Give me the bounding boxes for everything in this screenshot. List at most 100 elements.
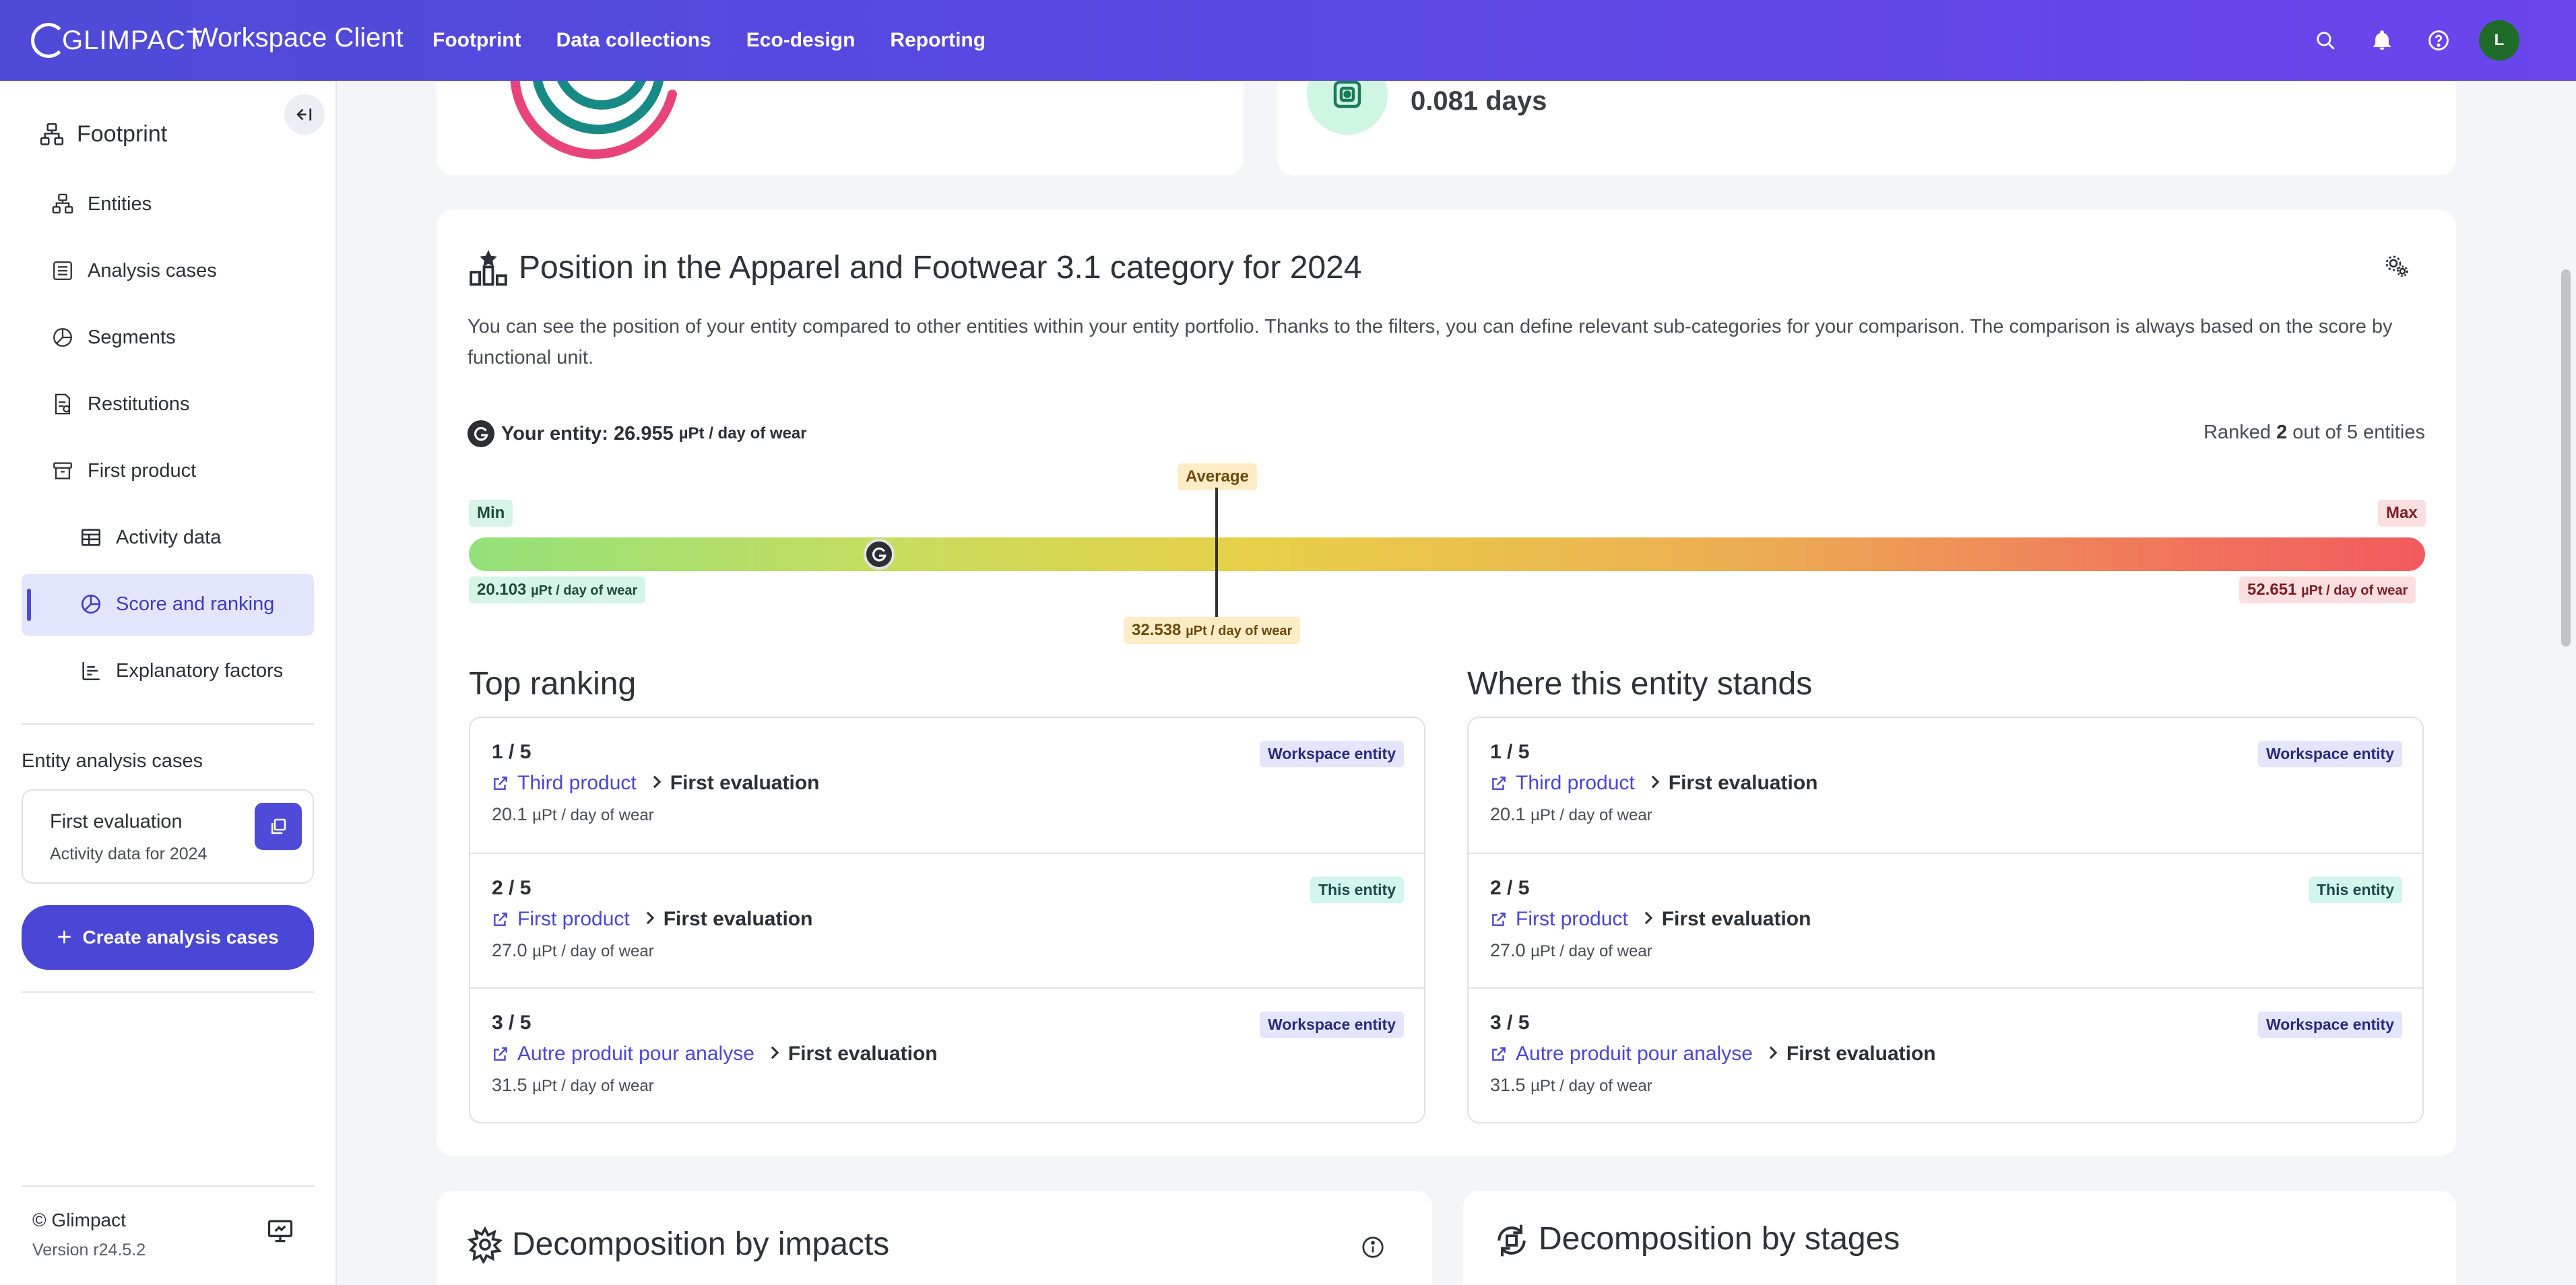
sidebar-divider	[22, 723, 314, 725]
external-link-icon	[494, 777, 507, 790]
nav-reporting[interactable]: Reporting	[890, 0, 986, 81]
analysis-case-card[interactable]: First evaluation Activity data for 2024	[22, 789, 314, 884]
sidebar-root-footprint[interactable]: Footprint	[39, 121, 167, 147]
ranking-summary: Ranked 2 out of 5 entities	[2203, 422, 2425, 444]
position-description: You can see the position of your entity …	[468, 316, 2393, 368]
impacts-burst-icon	[466, 1226, 504, 1267]
sidebar-item-analysis-cases[interactable]: Analysis cases	[51, 259, 217, 282]
rank-score-value: 31.5	[1490, 1075, 1526, 1095]
average-value-tag: 32.538 µPt / day of wear	[1124, 617, 1301, 644]
min-value-tag: 20.103 µPt / day of wear	[469, 576, 646, 603]
ranking-entity: Third product First evaluation	[492, 772, 819, 795]
ranking-row: 3 / 5 Autre produit pour analyse First e…	[1469, 987, 2422, 1122]
external-link-icon	[1492, 1047, 1506, 1061]
rank-score: 27.0 µPt / day of wear	[492, 940, 654, 961]
chevron-right-icon	[768, 1043, 781, 1065]
presentation-icon[interactable]	[265, 1216, 295, 1249]
analysis-case-subtitle: Activity data for 2024	[50, 845, 207, 863]
sidebar-item-entities[interactable]: Entities	[51, 193, 152, 216]
evaluation-name: First evaluation	[1668, 772, 1818, 794]
chevron-right-icon	[1648, 772, 1662, 795]
entity-link[interactable]: Autre produit pour analyse	[1516, 1043, 1753, 1065]
max-unit: µPt / day of wear	[2301, 583, 2408, 598]
info-icon[interactable]	[1361, 1235, 1385, 1263]
average-value: 32.538	[1132, 621, 1182, 639]
where-stands-list: 1 / 5 Third product First evaluation 20.…	[1467, 717, 2424, 1123]
rank-score-unit: µPt / day of wear	[1531, 806, 1652, 824]
stages-cycle-icon	[1493, 1222, 1531, 1263]
this-entity-badge: This entity	[1310, 877, 1404, 903]
analysis-case-title: First evaluation	[50, 811, 183, 832]
ranking-entity: First product First evaluation	[492, 908, 812, 931]
max-value: 52.651	[2247, 581, 2297, 599]
chevron-right-icon	[643, 908, 657, 931]
entity-link[interactable]: Third product	[517, 772, 637, 795]
sidebar-item-label: Restitutions	[88, 393, 190, 415]
sidebar-item-restitutions[interactable]: Restitutions	[51, 393, 190, 416]
entity-position-marker[interactable]	[864, 539, 895, 570]
ranking-podium-icon	[468, 248, 509, 293]
rank-score: 31.5 µPt / day of wear	[1490, 1075, 1652, 1096]
search-icon[interactable]	[2305, 20, 2346, 61]
sidebar-item-activity-data[interactable]: Activity data	[79, 526, 221, 549]
create-analysis-cases-button[interactable]: + Create analysis cases	[22, 905, 314, 970]
position-card: Position in the Apparel and Footwear 3.1…	[437, 210, 2456, 1156]
evaluation-name: First evaluation	[670, 772, 820, 794]
your-entity-label: Your entity: 26.955	[501, 422, 674, 444]
logo-text: GLIMPACT	[62, 25, 203, 55]
entity-link[interactable]: Autre produit pour analyse	[517, 1043, 754, 1065]
external-link-icon	[494, 913, 507, 926]
sidebar-item-score-and-ranking[interactable]: Score and ranking	[79, 593, 274, 616]
evaluation-name: First evaluation	[1786, 1043, 1936, 1065]
rank-score-value: 27.0	[1490, 940, 1526, 960]
plus-icon: +	[57, 923, 72, 952]
nav-eco-design[interactable]: Eco-design	[746, 0, 856, 81]
glimpact-logo[interactable]: GLIMPACT	[31, 20, 203, 61]
bar-chart-icon	[82, 662, 100, 681]
nav-data-collections[interactable]: Data collections	[556, 0, 711, 81]
this-entity-badge: This entity	[2308, 877, 2402, 903]
duplicate-case-button[interactable]	[255, 803, 302, 850]
help-icon[interactable]	[2418, 20, 2459, 61]
bell-icon[interactable]	[2362, 20, 2402, 61]
create-analysis-cases-label: Create analysis cases	[82, 927, 279, 948]
top-ranking-title: Top ranking	[469, 666, 637, 702]
average-unit: µPt / day of wear	[1186, 624, 1293, 638]
entity-link[interactable]: First product	[1516, 908, 1628, 931]
sidebar: Footprint Entities Analysis cases Segmen…	[0, 81, 337, 1285]
rank-score: 20.1 µPt / day of wear	[1490, 804, 1652, 825]
rank-score: 20.1 µPt / day of wear	[492, 804, 654, 825]
min-unit: µPt / day of wear	[531, 583, 638, 598]
entity-link[interactable]: First product	[517, 908, 630, 931]
settings-gears-icon[interactable]	[2383, 253, 2410, 284]
duration-value: 0.081 days	[1411, 86, 1547, 116]
sidebar-item-first-product[interactable]: First product	[51, 459, 196, 482]
sidebar-item-label: Segments	[88, 326, 176, 348]
decomposition-impacts-card: Decomposition by impacts	[437, 1191, 1432, 1285]
ranking-row: 2 / 5 First product First evaluation 27.…	[470, 853, 1424, 987]
rank-score: 31.5 µPt / day of wear	[492, 1075, 654, 1096]
sidebar-item-explanatory-factors[interactable]: Explanatory factors	[79, 659, 283, 682]
ranking-row: 2 / 5 First product First evaluation 27.…	[1469, 853, 2422, 987]
pie-chart-icon	[53, 328, 72, 347]
sidebar-item-label: First product	[88, 459, 197, 482]
chevron-right-icon	[650, 772, 664, 795]
min-tag: Min	[469, 500, 513, 527]
copyright-text: © Glimpact	[32, 1210, 126, 1230]
user-avatar[interactable]: L	[2479, 20, 2519, 61]
collapse-sidebar-button[interactable]	[284, 94, 325, 135]
sidebar-item-label: Entities	[88, 193, 152, 215]
page-scrollbar[interactable]	[2556, 81, 2576, 1285]
sidebar-item-segments[interactable]: Segments	[51, 326, 176, 349]
entity-link[interactable]: Third product	[1516, 772, 1635, 795]
ranking-row: 3 / 5 Autre produit pour analyse First e…	[470, 987, 1424, 1122]
max-tag: Max	[2378, 500, 2426, 527]
page-scrollbar-thumb[interactable]	[2561, 269, 2571, 647]
your-entity-score: Your entity: 26.955 µPt / day of wear	[468, 420, 807, 447]
rank-score-unit: µPt / day of wear	[1531, 1077, 1652, 1095]
nav-footprint[interactable]: Footprint	[432, 0, 521, 81]
top-ranking-list: 1 / 5 Third product First evaluation 20.…	[469, 717, 1425, 1123]
ranking-entity: Autre produit pour analyse First evaluat…	[1490, 1043, 1936, 1065]
table-icon	[81, 529, 101, 546]
sidebar-item-label: Score and ranking	[116, 593, 275, 615]
